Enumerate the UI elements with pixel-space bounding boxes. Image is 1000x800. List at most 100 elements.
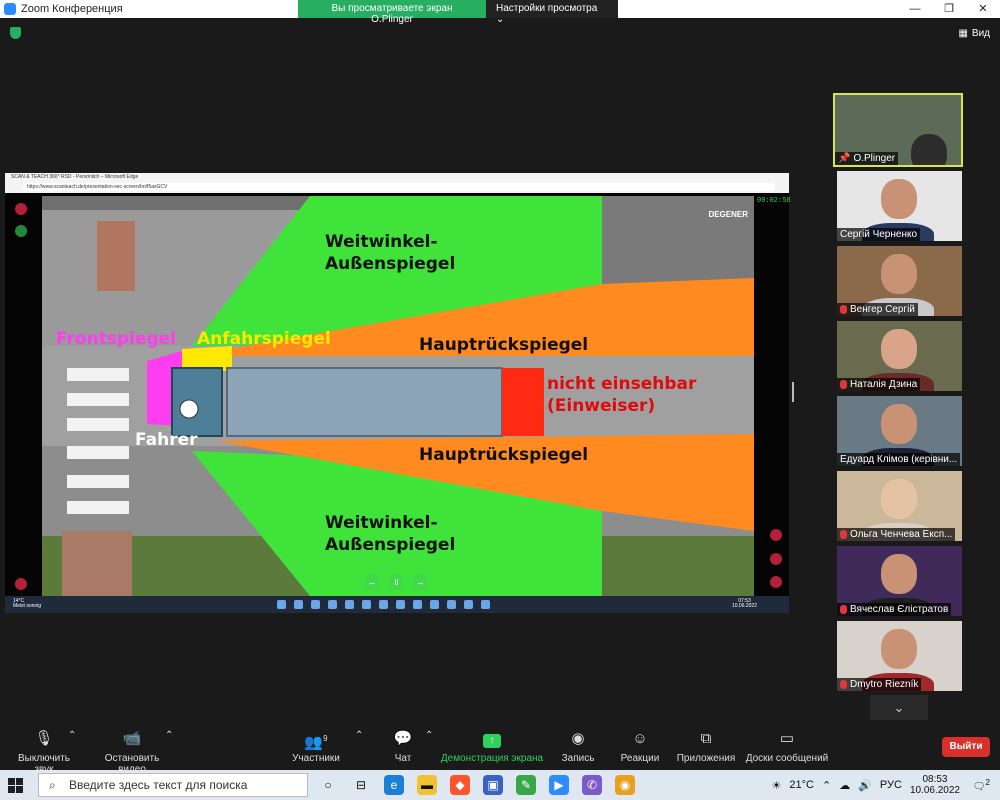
audio-options-chevron-icon[interactable]: ⌃ [68, 730, 76, 741]
apps-button[interactable]: ⧉ Приложения [676, 730, 736, 764]
fullscreen-icon[interactable] [15, 203, 27, 215]
share-screen-button[interactable]: ↑ Демонстрация экрана [440, 730, 544, 764]
taskbar-search-placeholder: Введите здесь текст для поиска [69, 778, 248, 792]
app-icon[interactable]: ▣ [483, 775, 503, 795]
sound-icon[interactable] [15, 225, 27, 237]
label-hauptrueck-bottom: Hauptrückspiegel [419, 445, 589, 465]
network-icon[interactable]: ☁ [839, 779, 850, 792]
reactions-label: Реакции [620, 753, 660, 764]
volume-icon[interactable]: 🔊 [858, 779, 872, 792]
next-slide-icon[interactable]: → [412, 574, 428, 590]
maximize-icon[interactable]: ❐ [932, 0, 966, 18]
participant-video [880, 179, 917, 220]
minimize-icon[interactable]: — [898, 0, 932, 18]
participant-name: Едуард Клімов (керівни... [837, 453, 961, 466]
participant-tile[interactable]: Ольга Ченчева Експ... [837, 471, 962, 541]
participant-name: Ольга Ченчева Експ... [837, 528, 956, 541]
participant-name: Наталія Дзина [837, 378, 921, 391]
taskbar-search-input[interactable]: ⌕ Введите здесь текст для поиска [38, 773, 308, 797]
split-handle[interactable] [792, 382, 794, 402]
pen-icon[interactable] [770, 553, 782, 565]
remote-app-icon [328, 600, 337, 609]
keyboard-language[interactable]: РУС [880, 779, 902, 791]
zoom-logo-icon [4, 3, 16, 15]
reactions-button[interactable]: ☺ Реакции [616, 730, 664, 764]
presentation-timer: 00:02:58 [757, 197, 791, 205]
participant-tile[interactable]: Наталія Дзина [837, 321, 962, 391]
remote-app-icon [311, 600, 320, 609]
taskbar-temperature[interactable]: 21°C [789, 779, 814, 791]
chevron-down-icon[interactable]: ⌄ [870, 695, 928, 720]
shared-screen: SCAN & TEACH 360° RSD - Persönlich – Mic… [5, 173, 791, 613]
participant-tile[interactable]: Венгер Сергій [837, 246, 962, 316]
leave-button[interactable]: Выйти [942, 737, 990, 757]
record-label: Запись [561, 753, 595, 764]
participant-video [910, 133, 947, 165]
label-nicht-einsehbar: nicht einsehbar (Einweiser) [547, 374, 697, 416]
participants-label: Участники [292, 753, 340, 764]
participant-tile[interactable]: Едуард Клімов (керівни... [837, 396, 962, 466]
whiteboard-button[interactable]: ▭ Доски сообщений [745, 730, 829, 764]
remote-taskbar-icons [277, 600, 490, 609]
chat-button[interactable]: 💬 Чат [388, 730, 418, 764]
participant-video [880, 629, 917, 670]
menu-icon[interactable] [15, 578, 27, 590]
task-view-icon[interactable]: ⊟ [351, 775, 371, 795]
stop-video-button[interactable]: 📹 Остановить видео [90, 730, 174, 775]
mic-muted-icon [840, 380, 847, 389]
file-explorer-icon[interactable]: ▬ [417, 775, 437, 795]
window-title: Zoom Конференция [21, 3, 123, 15]
remote-app-icon [345, 600, 354, 609]
participant-tile[interactable]: Вячеслав Єлістратов [837, 546, 962, 616]
prev-slide-icon[interactable]: ← [364, 574, 380, 590]
close-icon[interactable]: ✕ [966, 0, 1000, 18]
label-weitwinkel-bottom: Weitwinkel- Außenspiegel [325, 513, 456, 555]
brave-icon[interactable]: ◆ [450, 775, 470, 795]
remote-app-icon [413, 600, 422, 609]
window-controls: — ❐ ✕ [898, 0, 1000, 18]
taskbar-date: 10.06.2022 [909, 785, 960, 796]
video-options-chevron-icon[interactable]: ⌃ [165, 730, 173, 741]
participant-name: Сергій Черненко [837, 228, 921, 241]
apps-icon: ⧉ [700, 730, 712, 747]
screen-icon[interactable] [770, 576, 782, 588]
label-frontspiegel: Frontspiegel [56, 329, 176, 349]
app-icon[interactable]: ✎ [516, 775, 536, 795]
edge-icon[interactable]: e [384, 775, 404, 795]
chat-options-chevron-icon[interactable]: ⌃ [425, 730, 433, 741]
view-settings-button[interactable]: Настройки просмотра ⌄ [486, 0, 618, 25]
zoom-icon[interactable]: ▶ [549, 775, 569, 795]
view-label: Вид [971, 28, 990, 39]
remote-app-icon [447, 600, 456, 609]
record-button[interactable]: ◉ Запись [558, 730, 598, 764]
viewing-banner: Вы просматриваете экран O.Plinger Настро… [298, 0, 618, 25]
view-button[interactable]: ▦ Вид [958, 28, 990, 39]
grid-icon: ▦ [958, 28, 968, 39]
security-shield-icon[interactable] [10, 27, 21, 39]
participant-tile[interactable]: Сергій Черненко [837, 171, 962, 241]
hidden-icons-chevron-icon[interactable]: ⌃ [822, 779, 831, 792]
cortana-icon[interactable]: ○ [318, 775, 338, 795]
app-icon[interactable]: ◉ [615, 775, 635, 795]
search-icon: ⌕ [49, 778, 56, 792]
participants-button[interactable]: 👥9 Участники [290, 730, 342, 764]
windows-start-icon[interactable] [8, 778, 23, 793]
comment-icon[interactable] [770, 529, 782, 541]
participant-tile[interactable]: Dmytro Riezník [837, 621, 962, 691]
mic-muted-icon [840, 305, 847, 314]
presentation-left-panel [5, 193, 42, 596]
camera-icon: 📹 [122, 730, 142, 747]
notifications-icon[interactable]: 🗨2 [973, 777, 990, 792]
pause-icon[interactable]: ॥ [388, 574, 404, 590]
remote-clock: 07:53 10.06.2022 [732, 599, 757, 609]
participants-options-chevron-icon[interactable]: ⌃ [355, 730, 363, 741]
label-hauptrueck-top: Hauptrückspiegel [419, 335, 589, 355]
taskbar-clock[interactable]: 08:53 10.06.2022 [910, 774, 960, 796]
viber-icon[interactable]: ✆ [582, 775, 602, 795]
participant-name: Вячеслав Єлістратов [837, 603, 952, 616]
pin-icon: 📌 [838, 153, 851, 164]
participant-name: Dmytro Riezník [837, 678, 922, 691]
mirror-diagram: DEGENER Weitwinkel- Außenspiegel Frontsp… [42, 196, 754, 596]
participant-tile[interactable]: 📌 O.Plinger [833, 93, 963, 167]
taskbar-apps: ○ ⊟ e ▬ ◆ ▣ ✎ ▶ ✆ ◉ [318, 775, 635, 795]
